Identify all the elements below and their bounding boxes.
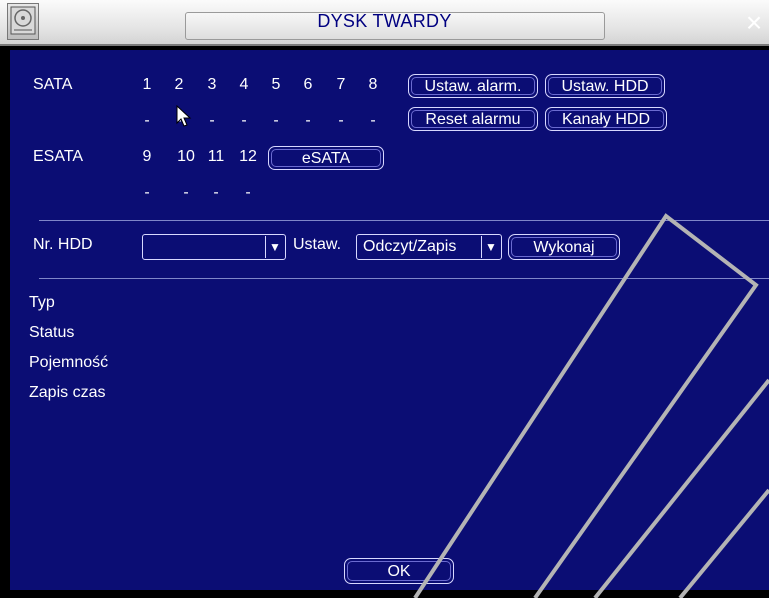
esata-label: ESATA [33,148,84,165]
set-label: Ustaw. [293,236,342,253]
title-bar: DYSK TWARDY × [0,0,769,46]
sata-status-1: - [144,112,150,129]
esata-button[interactable]: eSATA [268,146,384,170]
sata-status-6: - [305,112,311,129]
alarm-settings-button[interactable]: Ustaw. alarm. [408,74,538,98]
esata-port-12: 12 [239,148,257,165]
mode-select[interactable]: Odczyt/Zapis ▼ [356,234,502,260]
hdd-number-select[interactable]: ▼ [142,234,286,260]
chevron-down-icon: ▼ [481,236,500,258]
sata-status-7: - [338,112,344,129]
esata-port-10: 10 [177,148,195,165]
sata-port-8: 8 [368,76,378,93]
main-panel: SATA 1 2 3 4 5 6 7 8 - - - - - - - - Ust… [10,50,769,590]
hdd-settings-label: Ustaw. HDD [548,77,662,95]
sata-status-5: - [273,112,279,129]
ok-button[interactable]: OK [344,558,454,584]
reset-alarm-button[interactable]: Reset alarmu [408,107,538,131]
esata-port-9: 9 [142,148,152,165]
hdd-number-label: Nr. HDD [33,236,93,253]
esata-status-11: - [213,184,219,201]
close-icon[interactable]: × [741,9,767,37]
chevron-down-icon: ▼ [265,236,284,258]
type-label: Typ [29,294,55,311]
hdd-channels-button[interactable]: Kanały HDD [545,107,667,131]
divider-bottom [39,278,769,279]
sata-port-3: 3 [207,76,217,93]
sata-port-5: 5 [271,76,281,93]
sata-status-8: - [370,112,376,129]
sata-port-6: 6 [303,76,313,93]
sata-port-2: 2 [174,76,184,93]
hdd-channels-label: Kanały HDD [548,110,664,128]
execute-button-label: Wykonaj [511,237,617,257]
mode-value: Odczyt/Zapis [363,238,457,255]
esata-status-10: - [183,184,189,201]
esata-status-12: - [245,184,251,201]
hdd-settings-button[interactable]: Ustaw. HDD [545,74,665,98]
alarm-settings-label: Ustaw. alarm. [411,77,535,95]
execute-button[interactable]: Wykonaj [508,234,620,260]
esata-status-9: - [144,184,150,201]
mouse-cursor-icon [176,105,192,127]
sata-status-3: - [209,112,215,129]
divider-top [39,220,769,221]
sata-port-4: 4 [239,76,249,93]
esata-button-label: eSATA [271,149,381,167]
sata-label: SATA [33,76,73,93]
sata-port-1: 1 [142,76,152,93]
status-label: Status [29,324,75,341]
record-time-label: Zapis czas [29,384,106,401]
window-title: DYSK TWARDY [317,11,452,31]
reset-alarm-label: Reset alarmu [411,110,535,128]
ok-button-label: OK [347,561,451,581]
sata-status-4: - [241,112,247,129]
capacity-label: Pojemność [29,354,109,371]
esata-port-11: 11 [207,148,225,165]
sata-port-7: 7 [336,76,346,93]
